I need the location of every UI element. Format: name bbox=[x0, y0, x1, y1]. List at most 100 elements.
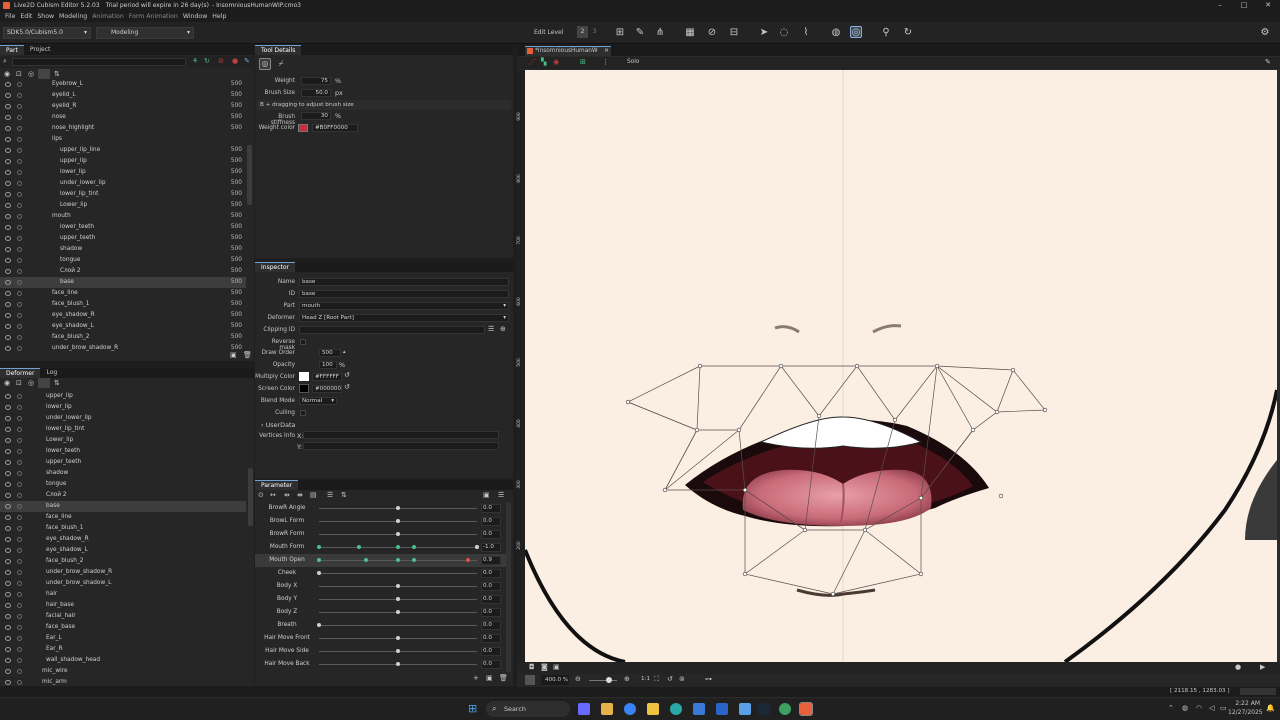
edit-level-2[interactable]: 2 bbox=[577, 26, 588, 38]
tree-row[interactable]: lower_teeth bbox=[0, 446, 246, 457]
keyform-dot[interactable] bbox=[411, 545, 416, 549]
lock-icon[interactable] bbox=[17, 669, 22, 674]
sdk-select[interactable]: SDK5.0/Cubism5.0 ▾ bbox=[3, 27, 91, 39]
visibility-eye-icon[interactable] bbox=[5, 93, 11, 98]
lock-icon[interactable] bbox=[17, 82, 22, 87]
lock-icon[interactable] bbox=[17, 658, 22, 663]
visibility-eye-icon[interactable] bbox=[5, 548, 11, 553]
tree-row[interactable]: face_blush_1 bbox=[0, 523, 246, 534]
tree-row[interactable]: nose_highlight 500 bbox=[0, 123, 246, 134]
parameter-slider-track[interactable] bbox=[319, 625, 477, 626]
battery-icon[interactable]: ▭ bbox=[1220, 704, 1227, 712]
lock-icon[interactable] bbox=[17, 636, 22, 641]
visibility-eye-icon[interactable] bbox=[5, 291, 11, 296]
lock-icon[interactable] bbox=[17, 280, 22, 285]
lock-header-icon[interactable]: ⊡ bbox=[16, 379, 22, 387]
camera-icon[interactable]: ◘ bbox=[529, 663, 535, 671]
visibility-eye-icon[interactable] bbox=[5, 280, 11, 285]
tree-row[interactable]: Eyebrow_L 500 bbox=[0, 79, 246, 90]
lock-icon[interactable] bbox=[17, 680, 22, 685]
visibility-eye-icon[interactable] bbox=[5, 137, 11, 142]
layer-view-icon[interactable]: ▚ bbox=[541, 58, 546, 66]
parameter-slider-knob[interactable] bbox=[396, 506, 400, 510]
edge-icon[interactable] bbox=[670, 703, 682, 715]
parameter-row[interactable]: Hair Move Front 0.0 bbox=[255, 632, 507, 645]
model-canvas[interactable] bbox=[525, 70, 1277, 662]
lock-icon[interactable] bbox=[17, 93, 22, 98]
tree-row[interactable]: lower_lip bbox=[0, 402, 246, 413]
link-param-icon[interactable]: ⇹ bbox=[284, 491, 290, 499]
visibility-eye-icon[interactable] bbox=[5, 192, 11, 197]
screen-color-value[interactable]: #000000 bbox=[312, 385, 342, 393]
lock-header-icon[interactable]: ⊡ bbox=[16, 70, 22, 78]
visibility-eye-icon[interactable] bbox=[5, 449, 11, 454]
tree-row[interactable]: base 500 bbox=[0, 277, 246, 288]
tab-tool-details[interactable]: Tool Details bbox=[255, 45, 302, 55]
menu-icon[interactable]: ☰ bbox=[498, 491, 504, 499]
menu-animation[interactable]: Animation bbox=[92, 13, 124, 20]
parameter-slider-knob[interactable] bbox=[475, 545, 479, 549]
chrome-icon[interactable] bbox=[779, 703, 791, 715]
visibility-eye-icon[interactable] bbox=[5, 493, 11, 498]
weight-input[interactable]: 75 bbox=[301, 77, 331, 85]
tree-row[interactable]: mic_arm bbox=[0, 677, 246, 686]
lock-icon[interactable] bbox=[17, 335, 22, 340]
tree-row[interactable]: face_base bbox=[0, 622, 246, 633]
visibility-eye-icon[interactable] bbox=[5, 394, 11, 399]
tree-row[interactable]: base bbox=[0, 501, 246, 512]
tree-row[interactable]: under_lower_lip bbox=[0, 413, 246, 424]
group-icon[interactable]: ▤ bbox=[310, 491, 317, 499]
keyform-dot[interactable] bbox=[396, 558, 400, 562]
tree-row[interactable]: shadow bbox=[0, 468, 246, 479]
close-tab-icon[interactable]: ✕ bbox=[604, 47, 609, 56]
lock-icon[interactable] bbox=[17, 438, 22, 443]
lock-icon[interactable] bbox=[17, 181, 22, 186]
parameter-scrollbar[interactable] bbox=[506, 502, 511, 672]
lock-icon[interactable] bbox=[17, 302, 22, 307]
tree-row[interactable]: face_blush_1 500 bbox=[0, 299, 246, 310]
keyform-dot[interactable] bbox=[317, 558, 321, 562]
menu-modeling[interactable]: Modeling bbox=[59, 13, 87, 20]
solo-toggle[interactable]: Solo bbox=[627, 59, 639, 65]
list-icon[interactable]: ☰ bbox=[488, 325, 494, 333]
parameter-slider-knob[interactable] bbox=[396, 662, 400, 666]
folder-icon[interactable]: ▣ bbox=[483, 491, 490, 499]
visibility-eye-icon[interactable] bbox=[5, 680, 11, 685]
parameter-slider-knob[interactable] bbox=[396, 649, 400, 653]
visibility-eye-icon[interactable] bbox=[5, 405, 11, 410]
visibility-eye-icon[interactable] bbox=[5, 115, 11, 120]
tree-row[interactable]: tongue bbox=[0, 479, 246, 490]
lock-icon[interactable] bbox=[17, 449, 22, 454]
tab-parameter[interactable]: Parameter bbox=[255, 480, 299, 490]
visibility-eye-icon[interactable] bbox=[5, 104, 11, 109]
parameter-row[interactable]: Body X 0.0 bbox=[255, 580, 507, 593]
tree-row[interactable]: Ear_R bbox=[0, 644, 246, 655]
pin-icon[interactable]: ✎ bbox=[244, 57, 250, 65]
file-explorer-icon[interactable] bbox=[647, 703, 659, 715]
playback-indicator-icon[interactable]: ● bbox=[1235, 663, 1241, 671]
mesh-tool-icon[interactable]: ⊞ bbox=[614, 27, 626, 39]
link-icon[interactable]: ↻ bbox=[902, 27, 914, 39]
reset-rotation-icon[interactable]: ⊚ bbox=[679, 675, 685, 683]
stepper-icon[interactable]: ▴ bbox=[343, 349, 346, 355]
weight-color-value[interactable]: #B0FF0000 bbox=[312, 124, 358, 132]
tree-row[interactable]: under_brow_shadow_R 500 bbox=[0, 343, 246, 351]
maximize-icon[interactable]: □ bbox=[1232, 0, 1256, 11]
lock-icon[interactable] bbox=[17, 346, 22, 351]
tree-row[interactable]: upper_lip_line 500 bbox=[0, 145, 246, 156]
lock-icon[interactable] bbox=[17, 269, 22, 274]
split-icon[interactable]: ⇼ bbox=[297, 491, 303, 499]
visibility-eye-icon[interactable] bbox=[5, 636, 11, 641]
app-icon[interactable] bbox=[739, 703, 751, 715]
pin-icon[interactable]: ⚲ bbox=[880, 27, 892, 39]
reset-icon[interactable]: ↺ bbox=[344, 371, 350, 379]
visibility-eye-icon[interactable] bbox=[5, 324, 11, 329]
record-view-icon[interactable]: ◉ bbox=[553, 58, 559, 66]
parameter-slider-knob[interactable] bbox=[396, 610, 400, 614]
tree-row[interactable]: upper_lip 500 bbox=[0, 156, 246, 167]
keyform-dot[interactable] bbox=[317, 545, 321, 549]
brush-icon[interactable]: ⌇ bbox=[800, 27, 812, 39]
fit-view-icon[interactable]: ⊞ bbox=[580, 58, 586, 66]
lock-icon[interactable] bbox=[17, 148, 22, 153]
tree-row[interactable]: lower_lip_tint bbox=[0, 424, 246, 435]
